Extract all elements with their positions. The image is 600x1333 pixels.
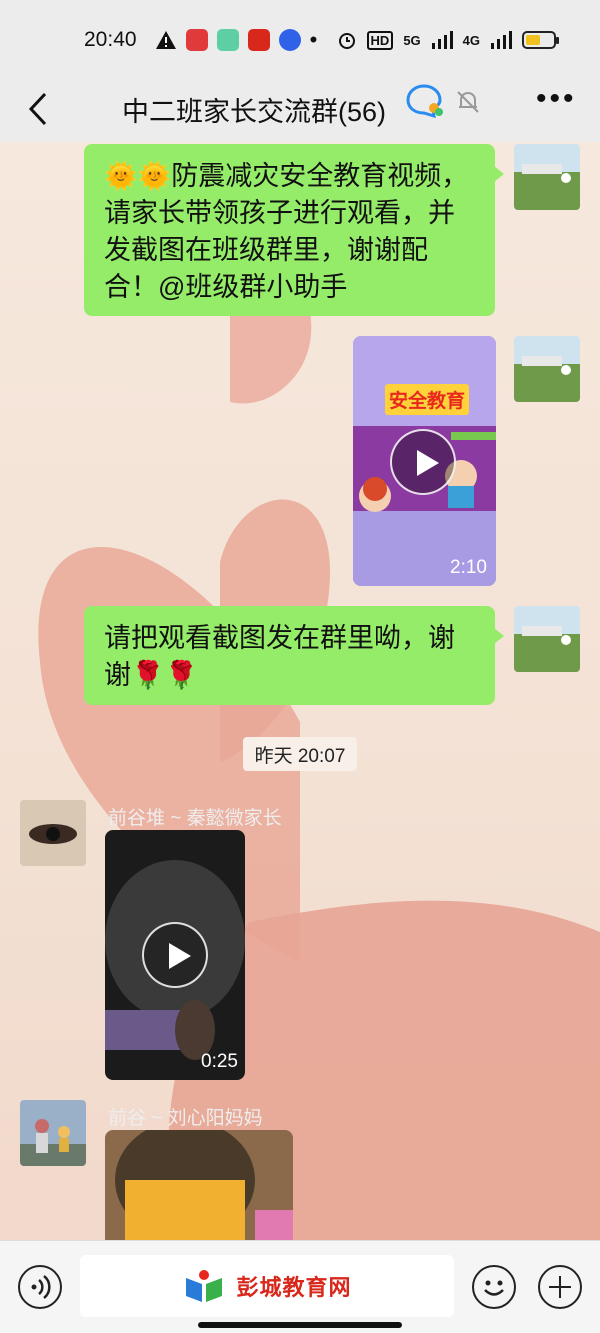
signal-icon — [431, 31, 453, 49]
signal-icon — [491, 31, 512, 49]
message-text: 请家长带领孩子进行观看，并 — [104, 198, 455, 228]
network-5g-label: 5G — [403, 32, 421, 48]
warning-icon — [155, 31, 176, 49]
play-icon[interactable] — [390, 429, 456, 495]
play-icon[interactable] — [142, 922, 208, 988]
video-message[interactable]: 0:25 — [105, 830, 245, 1080]
more-dots-icon[interactable]: ••• — [536, 82, 577, 116]
my-avatar[interactable] — [514, 144, 580, 210]
my-avatar[interactable] — [514, 606, 580, 672]
video-title: 安全教育 — [385, 384, 470, 415]
plus-button[interactable] — [538, 1265, 582, 1309]
back-arrow-icon — [28, 92, 47, 126]
hd-label: HD — [366, 30, 394, 50]
image-message[interactable] — [105, 1130, 293, 1240]
chat-timestamp: 昨天 20:07 — [243, 737, 357, 771]
status-bar: 20:40 • HD 5G 4G — [0, 0, 600, 80]
message-text: 合！@班级群小助手 — [104, 272, 348, 302]
sender-avatar[interactable] — [20, 1100, 86, 1166]
emoji-icon — [484, 1280, 504, 1296]
message-text: 发截图在班级群里，谢谢配 — [104, 235, 428, 265]
message-bubble[interactable]: 🌞🌞防震减灾安全教育视频， 请家长带领孩子进行观看，并 发截图在班级群里，谢谢配… — [84, 144, 504, 316]
emoji-button[interactable] — [472, 1265, 516, 1309]
chat-title[interactable]: 中二班家长交流群(56) — [122, 90, 386, 129]
sender-name: 前谷 ~ 刘心阳妈妈 — [108, 1108, 263, 1129]
app-icon — [247, 29, 270, 51]
input-bar: 彭城教育网 — [0, 1240, 600, 1333]
home-indicator[interactable] — [198, 1322, 402, 1328]
video-duration: 2:10 — [450, 557, 487, 578]
message-input[interactable]: 彭城教育网 — [80, 1255, 454, 1317]
baidu-icon — [278, 29, 301, 51]
message-text: 请把观看截图发在群里呦，谢 — [104, 623, 455, 653]
chat-header: 中二班家长交流群(56) — [0, 80, 600, 142]
message-text: 🌞🌞防震减灾安全教育视频， — [104, 161, 469, 191]
voice-icon — [31, 1275, 51, 1299]
watermark-logo-text: 彭城教育网 — [236, 1275, 352, 1300]
battery-icon — [522, 31, 559, 49]
status-time: 20:40 — [84, 28, 137, 51]
network-4g-label: 4G — [462, 32, 480, 48]
my-avatar[interactable] — [514, 336, 580, 402]
alarm-icon — [338, 33, 355, 49]
group-chat-icon[interactable] — [406, 84, 444, 118]
message-text: 谢🌹🌹 — [104, 660, 199, 690]
mute-bell-icon — [457, 91, 479, 113]
voice-button[interactable] — [18, 1265, 62, 1309]
sender-name: 前谷堆 ~ 秦懿微家长 — [108, 808, 282, 829]
logo-icon — [186, 1270, 223, 1302]
video-duration: 0:25 — [201, 1051, 238, 1072]
app-icon — [216, 29, 239, 51]
sender-avatar[interactable] — [20, 800, 86, 866]
message-bubble[interactable]: 请把观看截图发在群里呦，谢 谢🌹🌹 — [84, 606, 504, 705]
video-message[interactable]: 安全教育 2:10 — [353, 336, 496, 586]
app-icon — [185, 29, 208, 51]
back-button[interactable] — [18, 86, 58, 132]
dot-icon: • — [309, 27, 318, 52]
